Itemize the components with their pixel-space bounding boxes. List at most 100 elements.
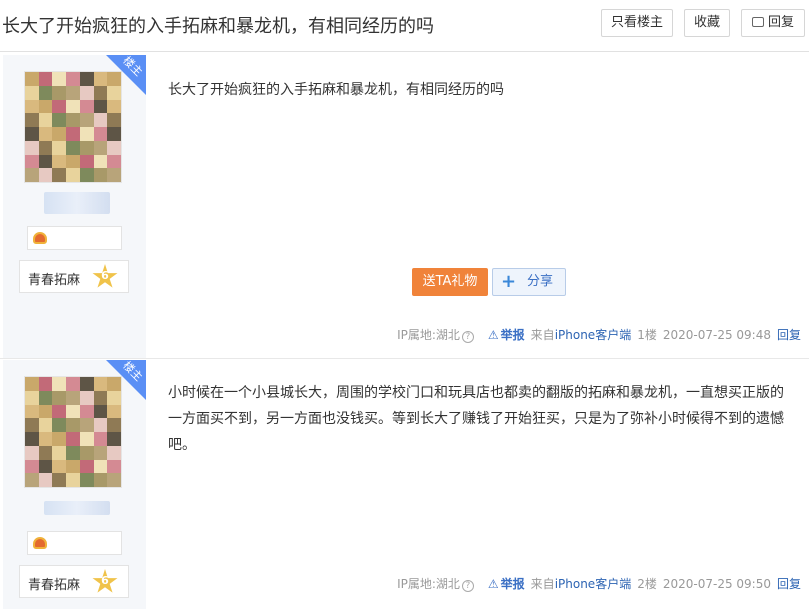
avatar-pixel xyxy=(79,459,94,474)
avatar-pixel xyxy=(107,445,121,460)
avatar-pixel xyxy=(93,113,108,127)
avatar-pixel xyxy=(93,418,108,432)
reply-button-label: 回复 xyxy=(767,15,794,30)
avatar-pixel xyxy=(52,154,67,169)
avatar-pixel xyxy=(38,168,53,182)
avatar-pixel xyxy=(38,154,53,169)
avatar-pixel xyxy=(52,377,67,391)
post-time: 2020-07-25 09:50 xyxy=(662,577,771,591)
post-content: 小时候在一个小县城长大，周围的学校门口和玩具店也都卖的翻版的拓麻和暴龙机，一直想… xyxy=(168,385,784,453)
avatar-pixel xyxy=(38,113,53,127)
avatar-pixel xyxy=(79,85,94,100)
username-blurred[interactable] xyxy=(44,192,110,214)
avatar-pixel xyxy=(93,140,108,155)
level-badge-name: 青春拓麻 xyxy=(28,273,81,288)
avatar-pixel xyxy=(79,168,94,182)
avatar-pixel xyxy=(66,459,80,474)
report-link[interactable]: ⚠ 举报 xyxy=(488,577,525,591)
avatar-pixel xyxy=(66,432,80,446)
avatar-pixel xyxy=(52,432,67,446)
avatar-pixel xyxy=(25,168,39,182)
avatar-pixel xyxy=(66,445,80,460)
avatar-pixel xyxy=(38,127,53,141)
avatar-pixel xyxy=(25,154,39,169)
level-badge[interactable]: 青春拓麻 6 xyxy=(19,565,129,598)
send-gift-button[interactable]: 送TA礼物 xyxy=(412,268,488,296)
thread-header: 长大了开始疯狂的入手拓麻和暴龙机，有相同经历的吗 只看楼主 收藏 回复 xyxy=(0,0,809,52)
avatar-pixel xyxy=(66,99,80,114)
avatar-pixel xyxy=(107,127,121,141)
from-client: 来自iPhone客户端 xyxy=(531,328,632,342)
only-host-button[interactable]: 只看楼主 xyxy=(601,9,673,37)
reply-link[interactable]: 回复 xyxy=(777,577,801,591)
post-content: 长大了开始疯狂的入手拓麻和暴龙机，有相同经历的吗 xyxy=(168,82,504,98)
report-label: 举报 xyxy=(500,328,525,342)
avatar-pixel xyxy=(79,99,94,114)
ip-location: IP属地:湖北 xyxy=(397,328,460,342)
help-circle-icon[interactable]: ? xyxy=(461,580,474,592)
avatar-pixel xyxy=(66,418,80,432)
avatar-pixel xyxy=(25,113,39,127)
avatar[interactable] xyxy=(24,71,122,183)
avatar-pixel xyxy=(38,85,53,100)
avatar-pixel xyxy=(79,473,94,487)
avatar-pixel xyxy=(93,473,108,487)
avatar-pixel xyxy=(93,168,108,182)
avatar-pixel xyxy=(93,404,108,419)
avatar-pixel xyxy=(66,377,80,391)
client-link[interactable]: iPhone客户端 xyxy=(555,577,632,591)
avatar-pixel xyxy=(79,390,94,405)
share-button[interactable]: + 分享 xyxy=(492,268,566,296)
avatar-pixel xyxy=(79,113,94,127)
avatar-pixel xyxy=(52,140,67,155)
reply-button[interactable]: 回复 xyxy=(741,9,805,37)
avatar-pixel xyxy=(66,113,80,127)
avatar-pixel xyxy=(93,390,108,405)
thread-title: 长大了开始疯狂的入手拓麻和暴龙机，有相同经历的吗 xyxy=(2,16,434,37)
level-badge[interactable]: 青春拓麻 6 xyxy=(19,260,129,293)
avatar-pixel xyxy=(93,432,108,446)
avatar-pixel xyxy=(25,432,39,446)
floor-number: 2楼 xyxy=(637,577,657,591)
avatar-pixel xyxy=(52,459,67,474)
avatar-pixel xyxy=(107,390,121,405)
report-label: 举报 xyxy=(500,577,525,591)
plus-icon: + xyxy=(501,271,517,292)
avatar-pixel xyxy=(25,459,39,474)
floor-number: 1楼 xyxy=(637,328,657,342)
avatar-pixel xyxy=(107,404,121,419)
avatar-pixel xyxy=(52,85,67,100)
post-floor-1: 楼主 青春拓麻 6 长大了开始疯狂的入手拓麻和暴龙机，有相同经历的吗 送TA礼物… xyxy=(0,54,809,359)
avatar-pixel xyxy=(66,168,80,182)
avatar-pixel xyxy=(25,127,39,141)
ip-location: IP属地:湖北 xyxy=(397,577,460,591)
fan-badge xyxy=(27,226,122,250)
avatar-pixel xyxy=(25,390,39,405)
avatar-pixel xyxy=(38,473,53,487)
avatar-pixel xyxy=(107,459,121,474)
help-circle-icon[interactable]: ? xyxy=(461,331,474,343)
avatar-pixel xyxy=(38,390,53,405)
avatar-pixel xyxy=(52,127,67,141)
avatar-pixel xyxy=(52,113,67,127)
client-link[interactable]: iPhone客户端 xyxy=(555,328,632,342)
report-link[interactable]: ⚠ 举报 xyxy=(488,328,525,342)
avatar-pixel xyxy=(93,127,108,141)
avatar-pixel xyxy=(79,432,94,446)
avatar-pixel xyxy=(66,72,80,86)
from-prefix: 来自 xyxy=(530,328,555,342)
avatar-pixel xyxy=(107,168,121,182)
avatar-pixel xyxy=(107,432,121,446)
avatar-pixel xyxy=(107,113,121,127)
avatar-pixel xyxy=(25,404,39,419)
avatar-pixel xyxy=(93,154,108,169)
avatar-pixel xyxy=(107,418,121,432)
avatar-pixel xyxy=(107,72,121,86)
favorite-button[interactable]: 收藏 xyxy=(684,9,730,37)
avatar-pixel xyxy=(52,99,67,114)
avatar[interactable] xyxy=(24,376,122,488)
reply-link[interactable]: 回复 xyxy=(777,328,801,342)
warning-triangle-icon: ⚠ xyxy=(487,328,499,342)
avatar-pixel xyxy=(38,418,53,432)
username-blurred[interactable] xyxy=(44,501,110,515)
